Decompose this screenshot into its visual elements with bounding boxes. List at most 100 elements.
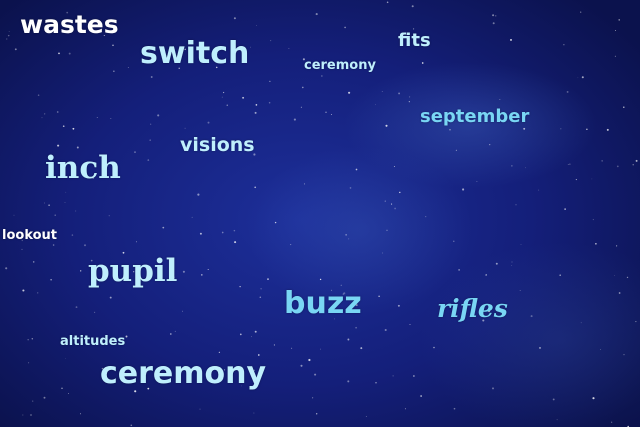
star	[65, 191, 67, 193]
star	[580, 322, 582, 324]
star	[616, 245, 618, 247]
star	[301, 86, 304, 89]
star	[93, 311, 96, 314]
star	[569, 163, 571, 165]
star	[566, 90, 569, 93]
star	[68, 393, 69, 394]
star	[581, 76, 584, 79]
star	[409, 324, 411, 325]
star	[413, 375, 415, 377]
star	[344, 26, 346, 29]
star	[251, 336, 252, 338]
star	[28, 362, 30, 364]
star	[288, 48, 290, 49]
star	[157, 114, 160, 117]
star	[420, 395, 422, 397]
star	[325, 111, 327, 113]
star	[5, 267, 8, 270]
star	[174, 330, 176, 332]
star	[6, 38, 8, 40]
star	[37, 94, 40, 96]
star	[355, 326, 357, 329]
star	[58, 52, 60, 55]
star	[397, 304, 400, 307]
star	[411, 5, 414, 8]
star	[169, 333, 172, 335]
star	[96, 117, 98, 118]
star	[485, 274, 487, 276]
star	[539, 346, 541, 349]
star	[523, 127, 526, 130]
star	[606, 128, 609, 131]
star	[616, 165, 619, 168]
star	[315, 13, 318, 16]
star	[268, 101, 271, 104]
star	[560, 128, 562, 130]
star	[37, 292, 39, 294]
night-sky-word-canvas: wastes switch ceremony fits september vi…	[0, 0, 640, 427]
star	[492, 14, 495, 17]
star	[408, 101, 410, 103]
star	[14, 48, 17, 51]
star	[48, 204, 50, 207]
star	[511, 261, 513, 263]
star	[345, 234, 347, 236]
star	[386, 1, 389, 4]
word-buzz: buzz	[284, 286, 362, 321]
star	[312, 397, 314, 399]
star	[112, 44, 114, 47]
star	[260, 288, 262, 290]
star	[348, 91, 351, 94]
star	[150, 76, 153, 78]
star	[330, 113, 332, 115]
star	[22, 414, 24, 416]
star	[515, 204, 517, 206]
star	[489, 143, 491, 146]
star	[592, 219, 594, 221]
star	[22, 289, 25, 292]
star	[8, 31, 10, 33]
star	[56, 111, 59, 113]
star	[564, 208, 566, 210]
word-switch: switch	[140, 36, 250, 71]
star	[182, 310, 183, 312]
star	[253, 412, 255, 414]
word-inch: inch	[45, 150, 121, 186]
star	[64, 202, 66, 203]
word-fits: fits	[398, 30, 431, 51]
star	[50, 279, 52, 281]
star	[221, 231, 224, 234]
star	[80, 270, 82, 272]
star	[575, 179, 577, 181]
star	[462, 188, 465, 191]
star	[635, 159, 638, 162]
star	[308, 358, 311, 362]
star	[492, 387, 494, 390]
star	[233, 17, 236, 20]
star	[453, 407, 456, 410]
star	[384, 328, 387, 332]
word-visions: visions	[180, 134, 255, 156]
star	[433, 346, 435, 349]
star	[254, 186, 257, 189]
star	[267, 278, 269, 280]
star	[595, 243, 597, 245]
star	[239, 285, 241, 288]
star	[580, 11, 582, 13]
star	[455, 149, 457, 151]
star	[476, 181, 478, 182]
star	[134, 151, 136, 153]
star	[511, 265, 513, 266]
star	[614, 55, 616, 57]
word-september: september	[420, 106, 530, 127]
star	[300, 364, 303, 367]
star	[385, 124, 388, 127]
star	[314, 373, 317, 376]
star	[149, 139, 151, 141]
star	[242, 96, 245, 99]
star	[31, 338, 34, 340]
star	[41, 117, 43, 119]
star	[256, 25, 258, 26]
star	[510, 38, 512, 41]
word-lookout: lookout	[2, 228, 58, 243]
